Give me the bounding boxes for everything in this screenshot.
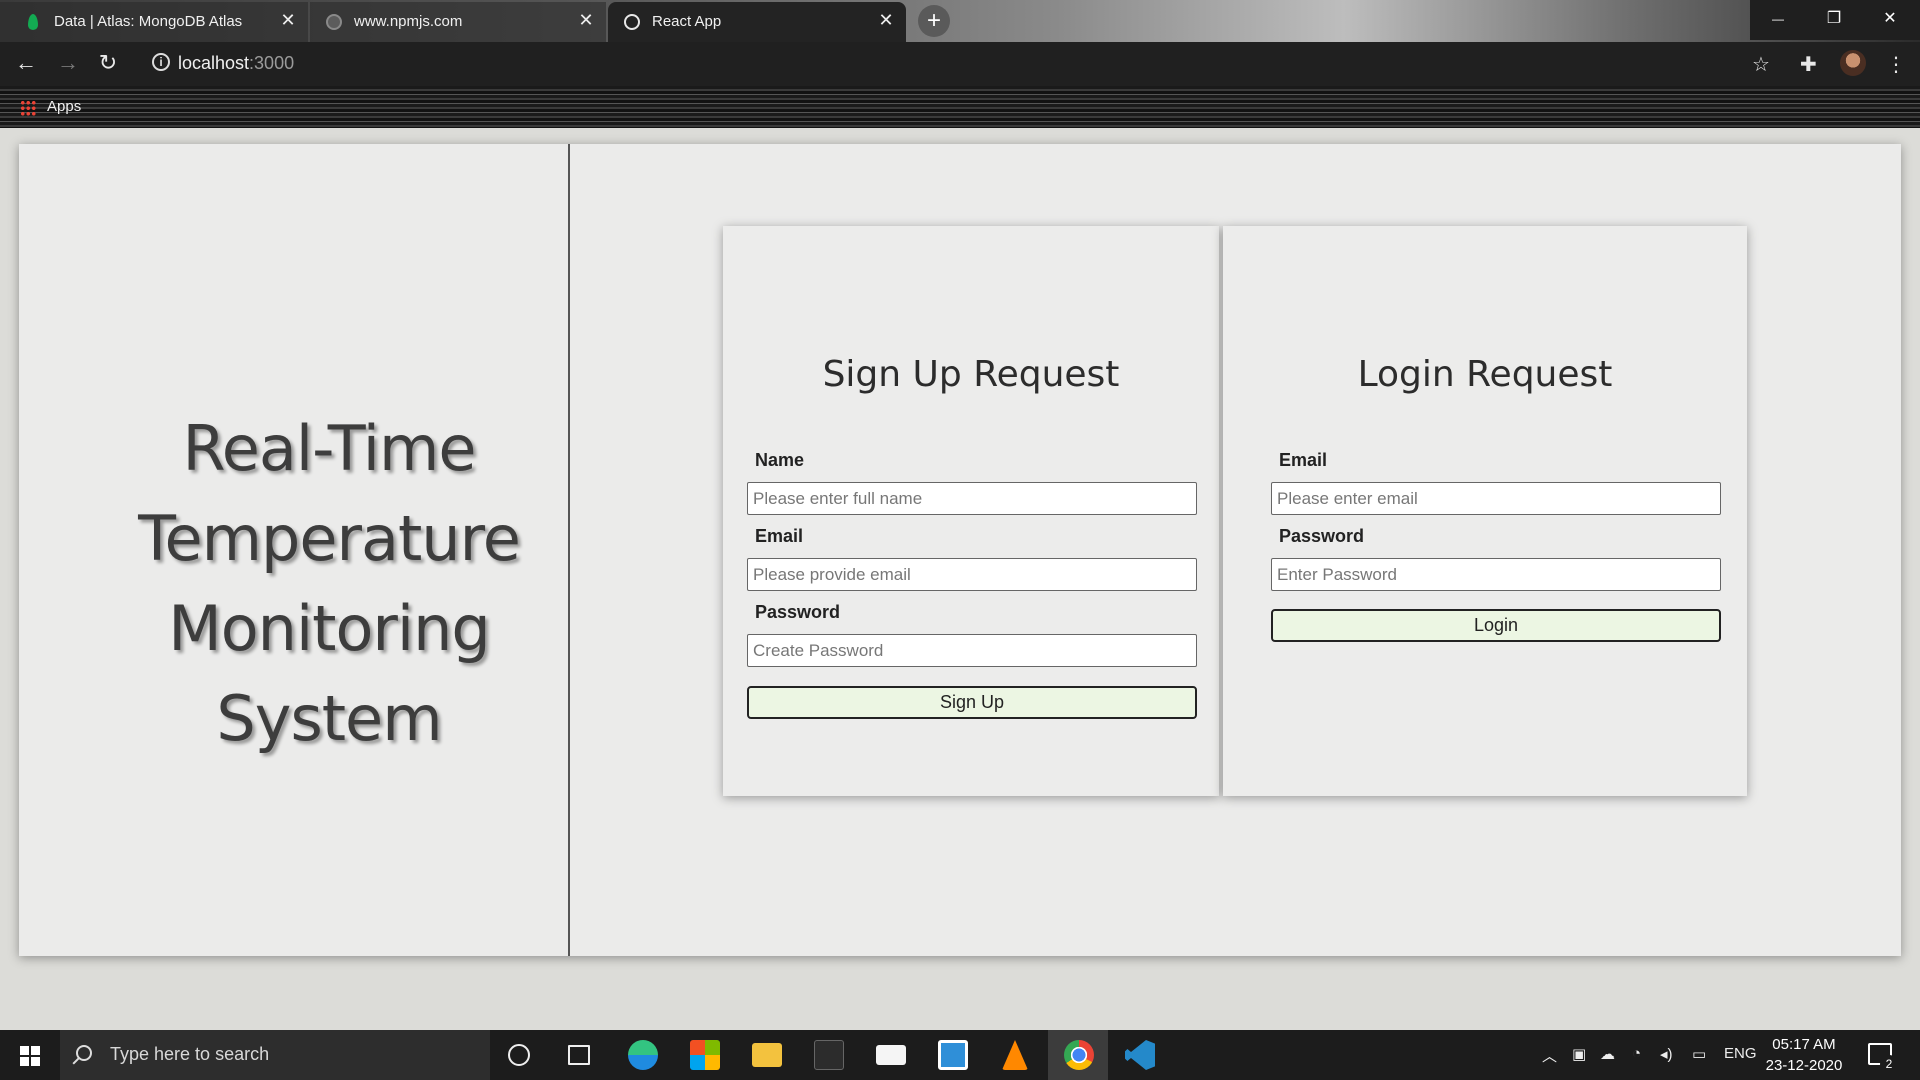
file-explorer-icon[interactable]	[752, 1043, 782, 1067]
hero-line: System	[216, 682, 442, 755]
bookmark-star-icon[interactable]: ☆	[1752, 52, 1770, 77]
name-label: Name	[755, 450, 805, 470]
globe-icon	[624, 14, 640, 30]
store-bag-icon[interactable]	[690, 1040, 720, 1070]
edge-browser-icon[interactable]	[628, 1040, 658, 1070]
signup-button[interactable]: Sign Up	[747, 686, 1197, 719]
wifi-icon[interactable]: ◔	[1632, 1045, 1641, 1062]
onedrive-cloud-icon[interactable]: ☁	[1600, 1045, 1615, 1063]
signup-card: Sign Up Request Name Email Password Sign…	[723, 226, 1219, 796]
task-view-icon[interactable]	[568, 1045, 590, 1065]
tab-title: React App	[652, 13, 722, 30]
search-placeholder: Type here to search	[110, 1044, 270, 1064]
forward-arrow-icon[interactable]: →	[54, 50, 82, 78]
close-tab-icon[interactable]: ✕	[876, 10, 896, 31]
clock-date: 23-12-2020	[1765, 1057, 1843, 1074]
tab-npmjs[interactable]: www.npmjs.com ✕	[310, 2, 606, 42]
notification-badge: 2	[1880, 1055, 1898, 1073]
login-button[interactable]: Login	[1271, 609, 1721, 642]
new-tab-button[interactable]: +	[918, 5, 950, 37]
signup-title: Sign Up Request	[822, 354, 1120, 395]
apps-bookmark[interactable]: Apps	[47, 98, 81, 115]
close-tab-icon[interactable]: ✕	[576, 10, 596, 31]
close-window-button[interactable]: ✕	[1862, 0, 1918, 40]
login-title: Login Request	[1357, 354, 1613, 395]
minimize-button[interactable]: —	[1750, 0, 1806, 40]
bookmarks-bar: Apps	[0, 86, 1920, 128]
profile-avatar[interactable]	[1840, 50, 1866, 76]
hero-line: Real-Time	[182, 412, 476, 485]
windows-start-icon[interactable]	[0, 1030, 60, 1080]
address-bar[interactable]: i localhost:3000	[138, 48, 1738, 80]
login-card: Login Request Email Password Login	[1223, 226, 1747, 796]
app-container: Real-Time Temperature Monitoring System …	[19, 144, 1901, 956]
reload-icon[interactable]: ↻	[94, 50, 122, 78]
restore-button[interactable]: ❐	[1806, 0, 1862, 40]
signup-password-label: Password	[755, 602, 841, 622]
apps-grid-icon[interactable]	[20, 100, 36, 116]
mail-envelope-icon[interactable]	[876, 1045, 906, 1065]
show-hidden-icons-chevron[interactable]: ︿	[1542, 1045, 1557, 1066]
taskbar-search[interactable]: Type here to search	[60, 1030, 490, 1080]
signup-password-input[interactable]	[747, 634, 1197, 667]
site-info-icon[interactable]: i	[152, 53, 170, 71]
meet-now-icon[interactable]: ▣	[1572, 1045, 1586, 1063]
globe-icon	[326, 14, 342, 30]
taskbar-clock[interactable]: 05:17 AM 23-12-2020	[1762, 1034, 1846, 1076]
tab-react-app[interactable]: React App ✕	[608, 2, 906, 42]
signup-email-label: Email	[755, 526, 804, 546]
login-email-input[interactable]	[1271, 482, 1721, 515]
close-tab-icon[interactable]: ✕	[278, 10, 298, 31]
volume-icon[interactable]: ◂)	[1660, 1045, 1673, 1063]
language-indicator[interactable]: ENG	[1724, 1045, 1757, 1062]
vlc-cone-icon[interactable]	[1002, 1040, 1028, 1070]
hero-line: Temperature	[138, 502, 521, 575]
cortana-circle-icon[interactable]	[508, 1044, 530, 1066]
chrome-icon[interactable]	[1064, 1040, 1094, 1070]
url-port: :3000	[249, 53, 295, 73]
extensions-puzzle-icon[interactable]: ✚	[1800, 52, 1817, 77]
windows-taskbar: Type here to search ︿ ▣ ☁ ◔ ◂) ▭ ENG 05:…	[0, 1030, 1920, 1080]
login-password-label: Password	[1279, 526, 1365, 546]
browser-toolbar: ← → ↻ i localhost:3000 ☆ ✚ ⋮	[0, 42, 1920, 86]
tab-mongodb-atlas[interactable]: Data | Atlas: MongoDB Atlas ✕	[0, 2, 308, 42]
vscode-icon[interactable]	[1125, 1040, 1155, 1070]
url-host: localhost	[178, 53, 250, 73]
login-email-label: Email	[1279, 450, 1328, 470]
name-input[interactable]	[747, 482, 1197, 515]
signup-email-input[interactable]	[747, 558, 1197, 591]
url-text: localhost:3000	[178, 53, 294, 74]
hero-line: Monitoring	[168, 592, 491, 665]
search-icon	[76, 1045, 92, 1061]
tab-title: Data | Atlas: MongoDB Atlas	[54, 13, 243, 30]
sticky-app-icon[interactable]	[938, 1040, 968, 1070]
menu-kebab-icon[interactable]: ⋮	[1886, 52, 1906, 77]
mongodb-leaf-icon	[28, 14, 38, 30]
browser-tab-strip: Data | Atlas: MongoDB Atlas ✕ www.npmjs.…	[0, 0, 1920, 42]
battery-icon[interactable]: ▭	[1692, 1045, 1706, 1063]
app-hero-title: Real-Time Temperature Monitoring System	[59, 404, 599, 764]
page-viewport: Real-Time Temperature Monitoring System …	[0, 128, 1920, 1030]
login-password-input[interactable]	[1271, 558, 1721, 591]
vertical-divider	[568, 144, 570, 956]
back-arrow-icon[interactable]: ←	[12, 50, 40, 78]
clock-time: 05:17 AM	[1772, 1036, 1836, 1053]
tab-title: www.npmjs.com	[354, 13, 463, 30]
predator-app-icon[interactable]	[814, 1040, 844, 1070]
